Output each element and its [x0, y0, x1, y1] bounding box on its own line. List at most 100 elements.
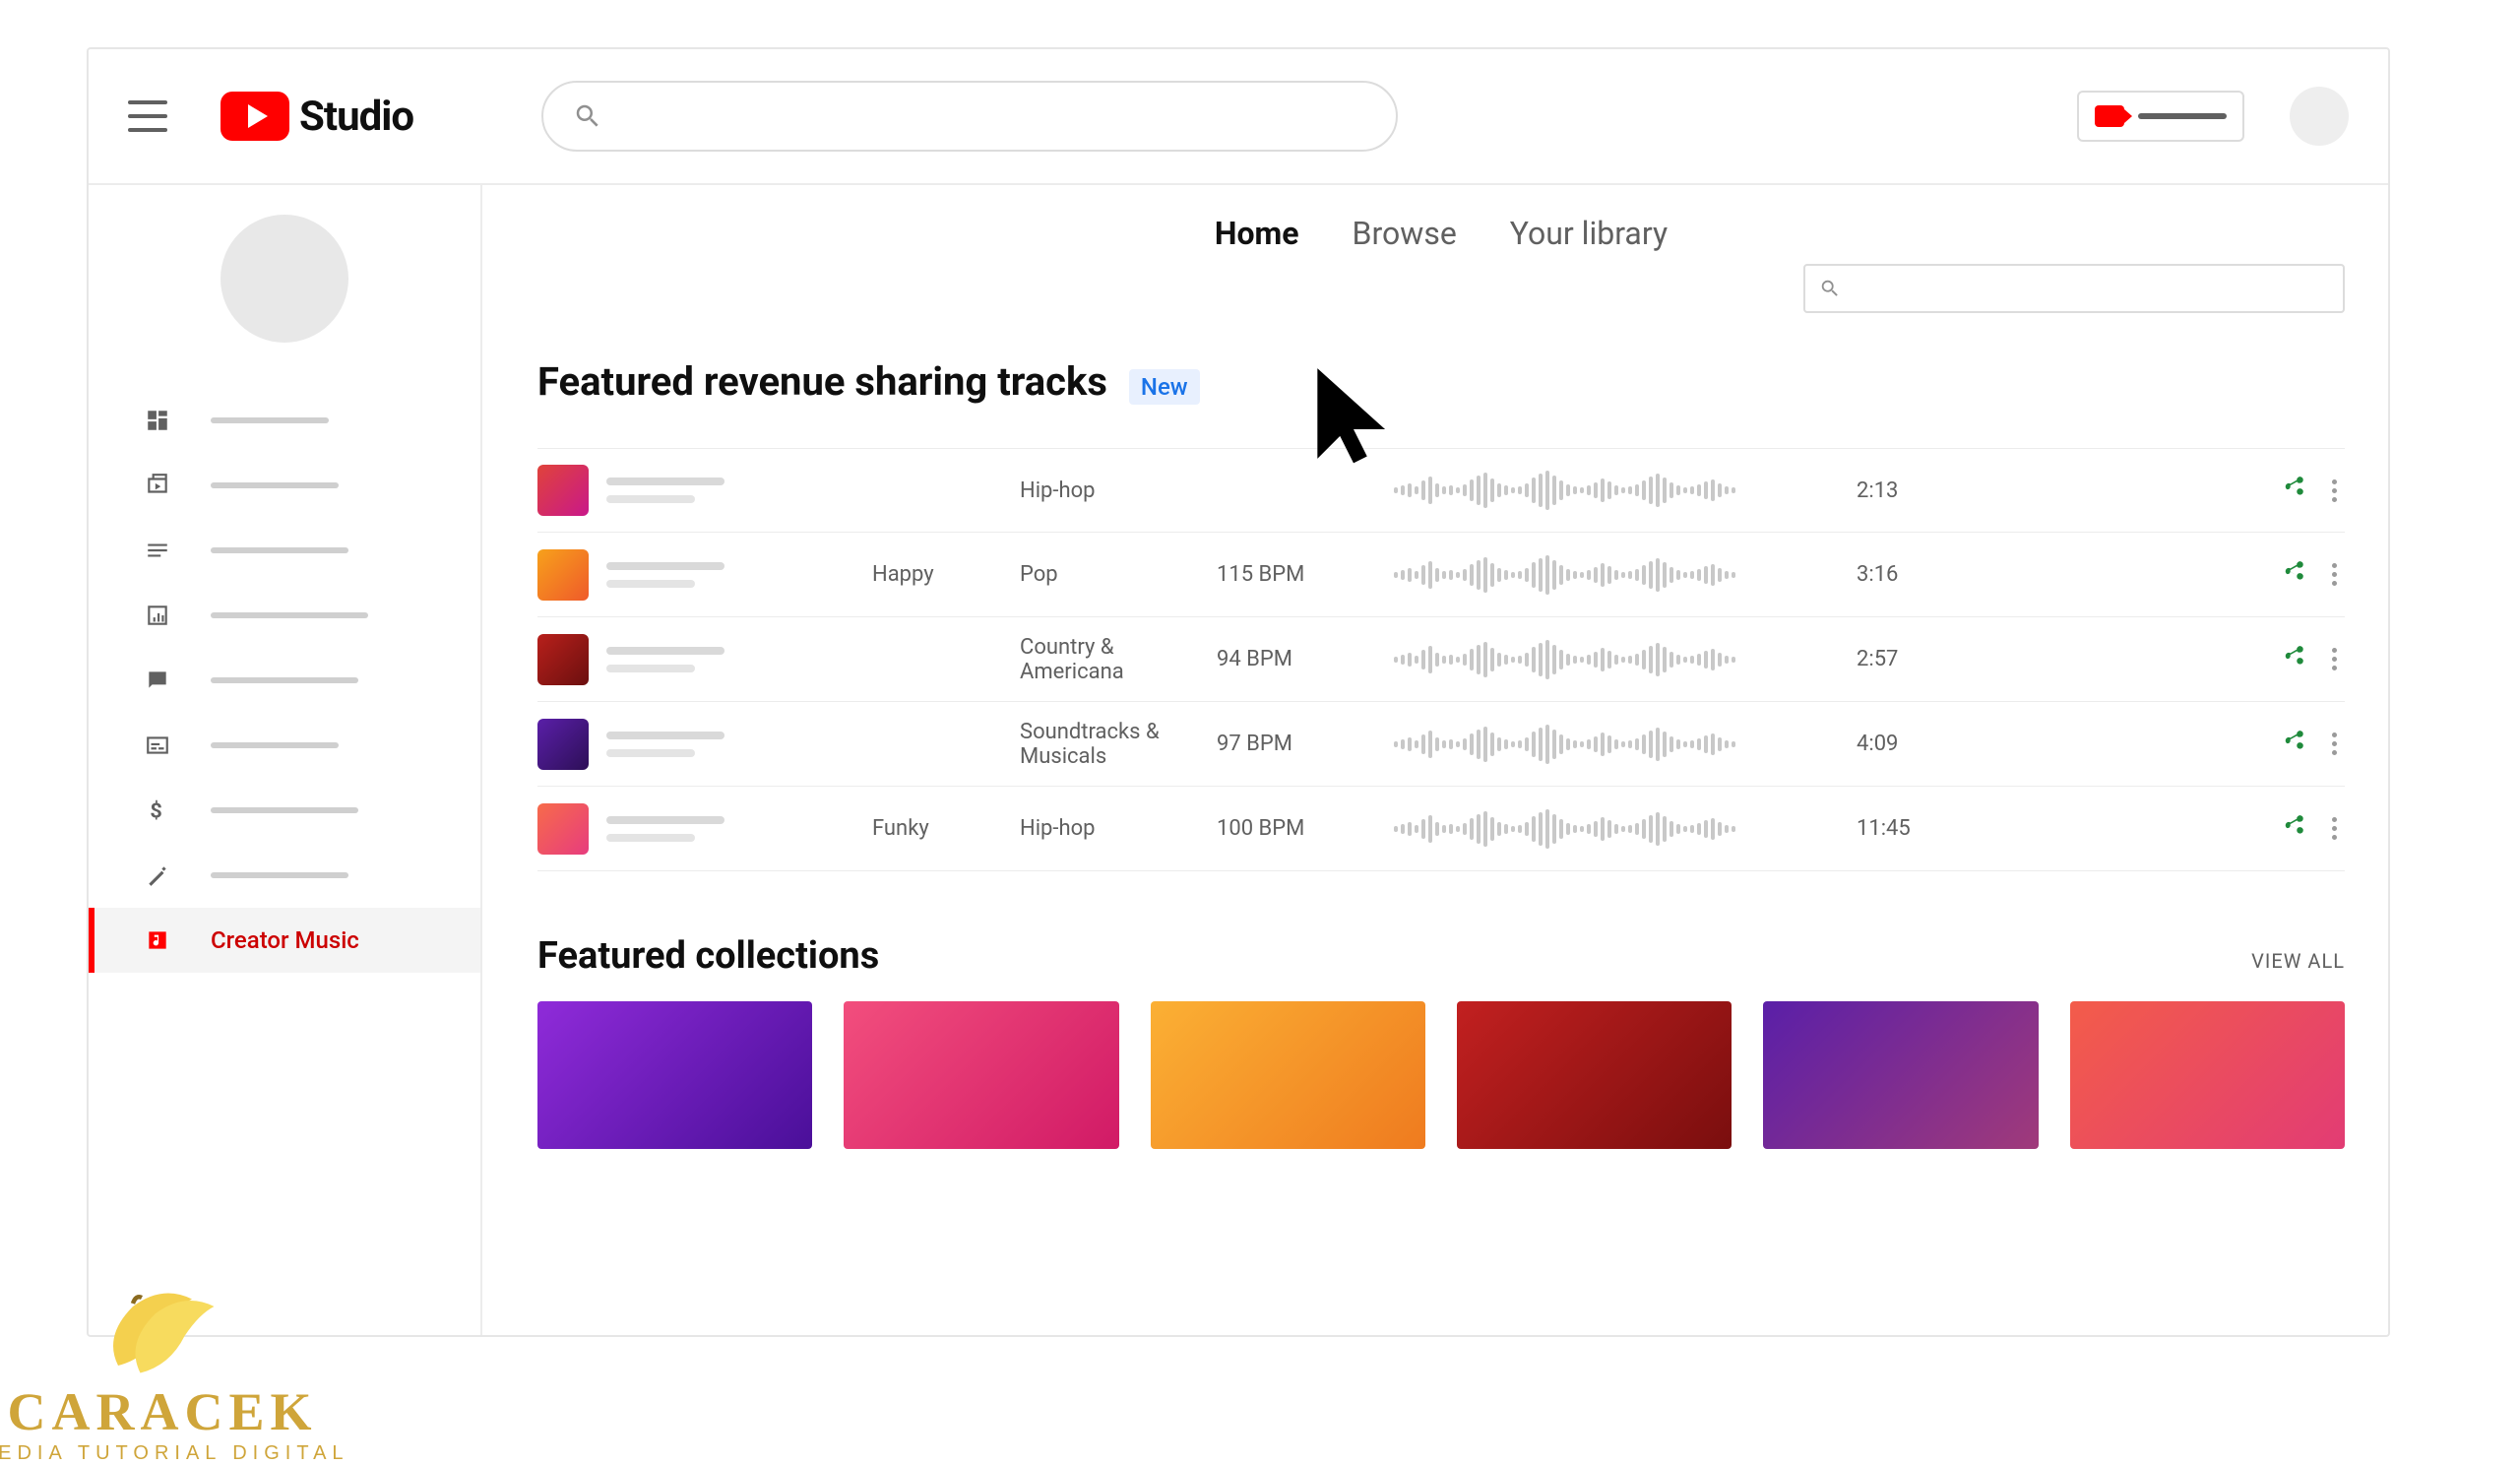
track-waveform[interactable] [1394, 469, 1857, 512]
studio-logo[interactable]: Studio [220, 92, 413, 141]
track-row[interactable]: Soundtracks & Musicals97 BPM4:09 [537, 702, 2345, 787]
track-mood: Happy [872, 562, 1020, 587]
track-genre: Hip-hop [1020, 816, 1217, 841]
track-bpm: 100 BPM [1217, 816, 1394, 841]
track-bpm: 94 BPM [1217, 647, 1394, 671]
dashboard-icon [144, 407, 171, 434]
sidebar-item-dashboard[interactable] [89, 388, 480, 453]
collection-card[interactable] [1457, 1001, 1732, 1149]
track-duration: 2:13 [1857, 478, 1975, 503]
new-badge: New [1129, 369, 1200, 405]
collections-header: Featured collections VIEW ALL [537, 934, 2345, 978]
track-title-placeholder [606, 732, 872, 757]
more-options-icon[interactable] [2332, 479, 2337, 502]
track-waveform[interactable] [1394, 723, 1857, 766]
collections-title: Featured collections [537, 934, 879, 978]
playlist-icon [144, 537, 171, 564]
track-duration: 3:16 [1857, 562, 1975, 587]
subtitles-icon [144, 732, 171, 759]
track-title-placeholder [606, 478, 872, 503]
share-icon[interactable] [2281, 644, 2306, 675]
track-duration: 11:45 [1857, 816, 1975, 841]
track-genre: Pop [1020, 562, 1217, 587]
sidebar-item-monetization[interactable]: $ [89, 778, 480, 843]
sidebar-item-subtitles[interactable] [89, 713, 480, 778]
collection-card[interactable] [844, 1001, 1118, 1149]
track-title-placeholder [606, 562, 872, 588]
track-genre: Country & Americana [1020, 635, 1217, 684]
sidebar-item-analytics[interactable] [89, 583, 480, 648]
track-actions [1975, 644, 2345, 675]
main-content: Home Browse Your library Featured revenu… [482, 185, 2388, 1335]
channel-avatar[interactable] [220, 215, 348, 343]
secondary-search-input[interactable] [1803, 264, 2345, 313]
sidebar: $ Creator Music [89, 185, 482, 1335]
collection-card[interactable] [1151, 1001, 1425, 1149]
tab-library[interactable]: Your library [1510, 215, 1668, 252]
sidebar-item-customization[interactable] [89, 843, 480, 908]
share-icon[interactable] [2281, 729, 2306, 760]
watermark-subtitle: MEDIA TUTORIAL DIGITAL [0, 1442, 374, 1465]
track-title-placeholder [606, 647, 872, 672]
create-button[interactable] [2077, 91, 2244, 142]
more-options-icon[interactable] [2332, 732, 2337, 755]
track-mood: Funky [872, 816, 1020, 841]
app-window: Studio [87, 47, 2390, 1337]
track-genre: Hip-hop [1020, 478, 1217, 503]
track-waveform[interactable] [1394, 807, 1857, 851]
tab-home[interactable]: Home [1215, 215, 1299, 252]
share-icon[interactable] [2281, 559, 2306, 591]
more-options-icon[interactable] [2332, 817, 2337, 840]
track-row[interactable]: Country & Americana94 BPM2:57 [537, 617, 2345, 702]
youtube-play-icon [220, 92, 289, 141]
sidebar-item-creator-music[interactable]: Creator Music [89, 908, 480, 973]
comments-icon [144, 667, 171, 694]
banana-icon [84, 1277, 241, 1395]
track-thumbnail[interactable] [537, 719, 589, 770]
search-input[interactable] [541, 81, 1398, 152]
collection-card[interactable] [2070, 1001, 2345, 1149]
track-row[interactable]: Hip-hop 2:13 [537, 448, 2345, 533]
more-options-icon[interactable] [2332, 563, 2337, 586]
search-icon [1819, 278, 1841, 299]
track-row[interactable]: HappyPop115 BPM3:16 [537, 533, 2345, 617]
track-row[interactable]: FunkyHip-hop100 BPM 11:45 [537, 787, 2345, 871]
track-thumbnail[interactable] [537, 803, 589, 855]
track-waveform[interactable] [1394, 638, 1857, 681]
music-library-icon [144, 926, 171, 954]
track-duration: 4:09 [1857, 732, 1975, 756]
tab-browse[interactable]: Browse [1353, 215, 1457, 252]
create-video-icon [2095, 105, 2124, 127]
sidebar-item-comments[interactable] [89, 648, 480, 713]
sidebar-item-playlists[interactable] [89, 518, 480, 583]
menu-button[interactable] [128, 100, 167, 132]
track-thumbnail[interactable] [537, 465, 589, 516]
account-avatar[interactable] [2290, 87, 2349, 146]
dollar-icon: $ [144, 796, 171, 824]
track-actions [1975, 813, 2345, 845]
collection-card[interactable] [1763, 1001, 2038, 1149]
svg-text:$: $ [150, 799, 161, 823]
track-actions [1975, 729, 2345, 760]
share-icon[interactable] [2281, 475, 2306, 506]
section-title: Featured revenue sharing tracks [537, 358, 1107, 405]
header: Studio [89, 49, 2388, 185]
track-waveform[interactable] [1394, 553, 1857, 597]
more-options-icon[interactable] [2332, 648, 2337, 670]
track-thumbnail[interactable] [537, 549, 589, 601]
track-actions [1975, 559, 2345, 591]
track-title-placeholder [606, 816, 872, 842]
collection-card[interactable] [537, 1001, 812, 1149]
logo-text: Studio [299, 93, 413, 141]
collections-row [537, 1001, 2345, 1149]
share-icon[interactable] [2281, 813, 2306, 845]
analytics-icon [144, 602, 171, 629]
track-bpm: 97 BPM [1217, 732, 1394, 756]
view-all-link[interactable]: VIEW ALL [2251, 949, 2345, 973]
watermark-title: CARACEK [0, 1381, 374, 1442]
content-icon [144, 472, 171, 499]
tabs: Home Browse Your library [537, 215, 2345, 252]
track-thumbnail[interactable] [537, 634, 589, 685]
sidebar-item-content[interactable] [89, 453, 480, 518]
track-actions [1975, 475, 2345, 506]
